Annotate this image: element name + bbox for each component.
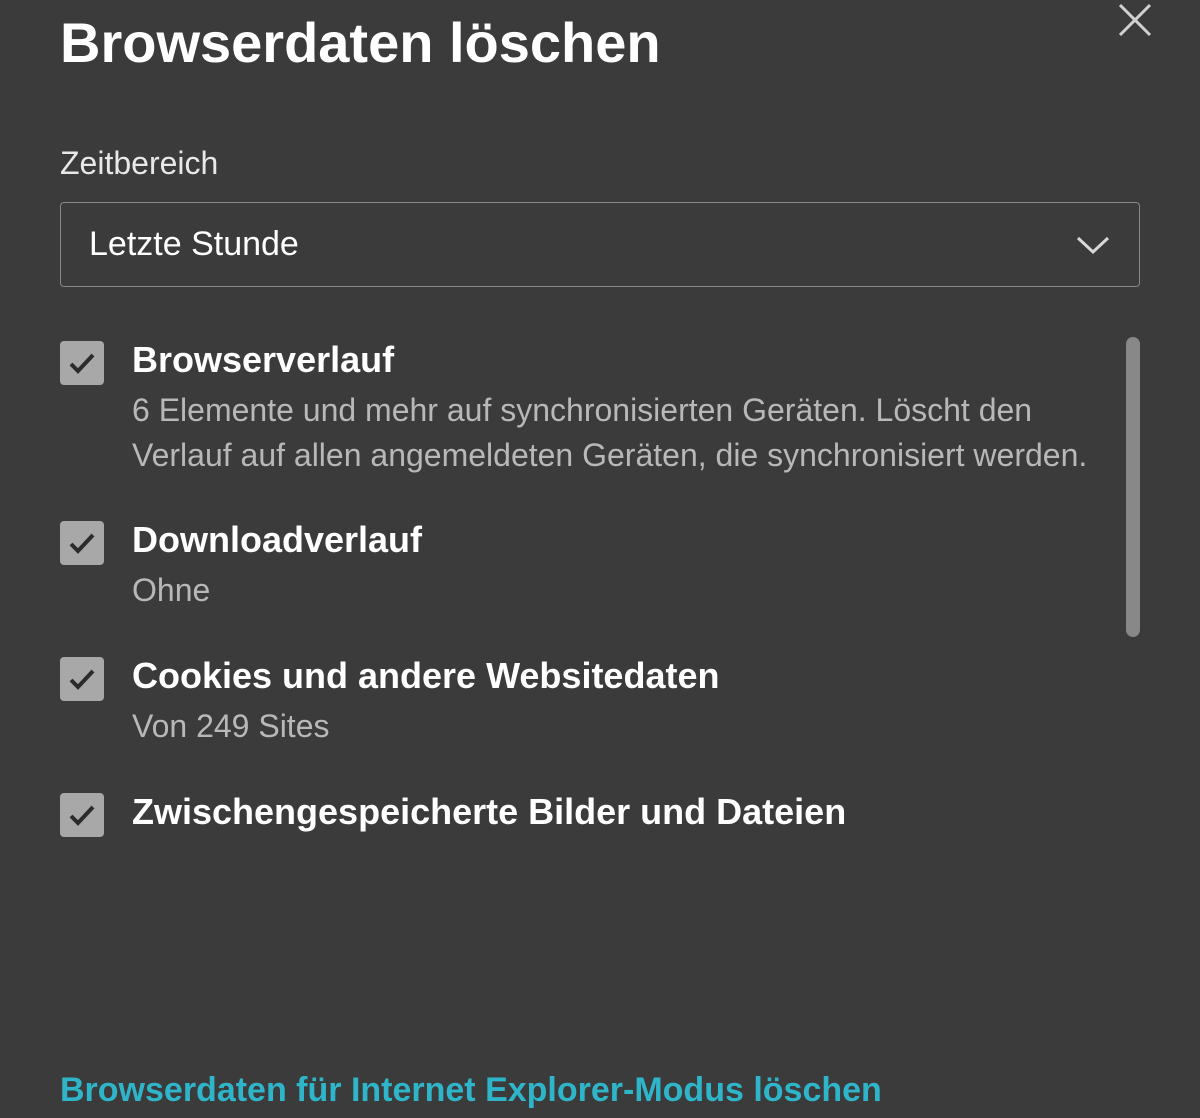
time-range-label: Zeitbereich	[60, 145, 1140, 182]
checkbox-browsing-history[interactable]	[60, 341, 104, 385]
checkbox-download-history[interactable]	[60, 521, 104, 565]
option-desc: Ohne	[132, 568, 1100, 613]
option-text: Zwischengespeicherte Bilder und Dateien	[132, 789, 1100, 840]
close-button[interactable]	[1115, 0, 1155, 45]
option-desc: Von 249 Sites	[132, 704, 1100, 749]
checkbox-cached-images[interactable]	[60, 793, 104, 837]
options-list: Browserverlauf 6 Elemente und mehr auf s…	[60, 337, 1140, 839]
option-cookies: Cookies und andere Websitedaten Von 249 …	[60, 653, 1100, 749]
checkmark-icon	[66, 799, 98, 831]
checkmark-icon	[66, 527, 98, 559]
ie-mode-link[interactable]: Browserdaten für Internet Explorer-Modus…	[60, 1071, 882, 1110]
time-range-select[interactable]: Letzte Stunde	[60, 202, 1140, 287]
option-title: Browserverlauf	[132, 337, 1100, 384]
scrollbar-thumb[interactable]	[1126, 337, 1140, 637]
option-text: Downloadverlauf Ohne	[132, 517, 1100, 613]
option-browsing-history: Browserverlauf 6 Elemente und mehr auf s…	[60, 337, 1100, 477]
checkbox-cookies[interactable]	[60, 657, 104, 701]
option-cached-images: Zwischengespeicherte Bilder und Dateien	[60, 789, 1100, 840]
checkmark-icon	[66, 347, 98, 379]
option-title: Downloadverlauf	[132, 517, 1100, 564]
time-range-value: Letzte Stunde	[89, 225, 299, 264]
option-download-history: Downloadverlauf Ohne	[60, 517, 1100, 613]
option-title: Zwischengespeicherte Bilder und Dateien	[132, 789, 1100, 836]
option-title: Cookies und andere Websitedaten	[132, 653, 1100, 700]
dialog-title: Browserdaten löschen	[60, 10, 1140, 75]
chevron-down-icon	[1075, 235, 1111, 255]
checkmark-icon	[66, 663, 98, 695]
option-text: Browserverlauf 6 Elemente und mehr auf s…	[132, 337, 1100, 477]
option-text: Cookies und andere Websitedaten Von 249 …	[132, 653, 1100, 749]
clear-browsing-data-dialog: Browserdaten löschen Zeitbereich Letzte …	[0, 10, 1200, 839]
close-icon	[1115, 0, 1155, 40]
option-desc: 6 Elemente und mehr auf synchronisierten…	[132, 388, 1100, 478]
